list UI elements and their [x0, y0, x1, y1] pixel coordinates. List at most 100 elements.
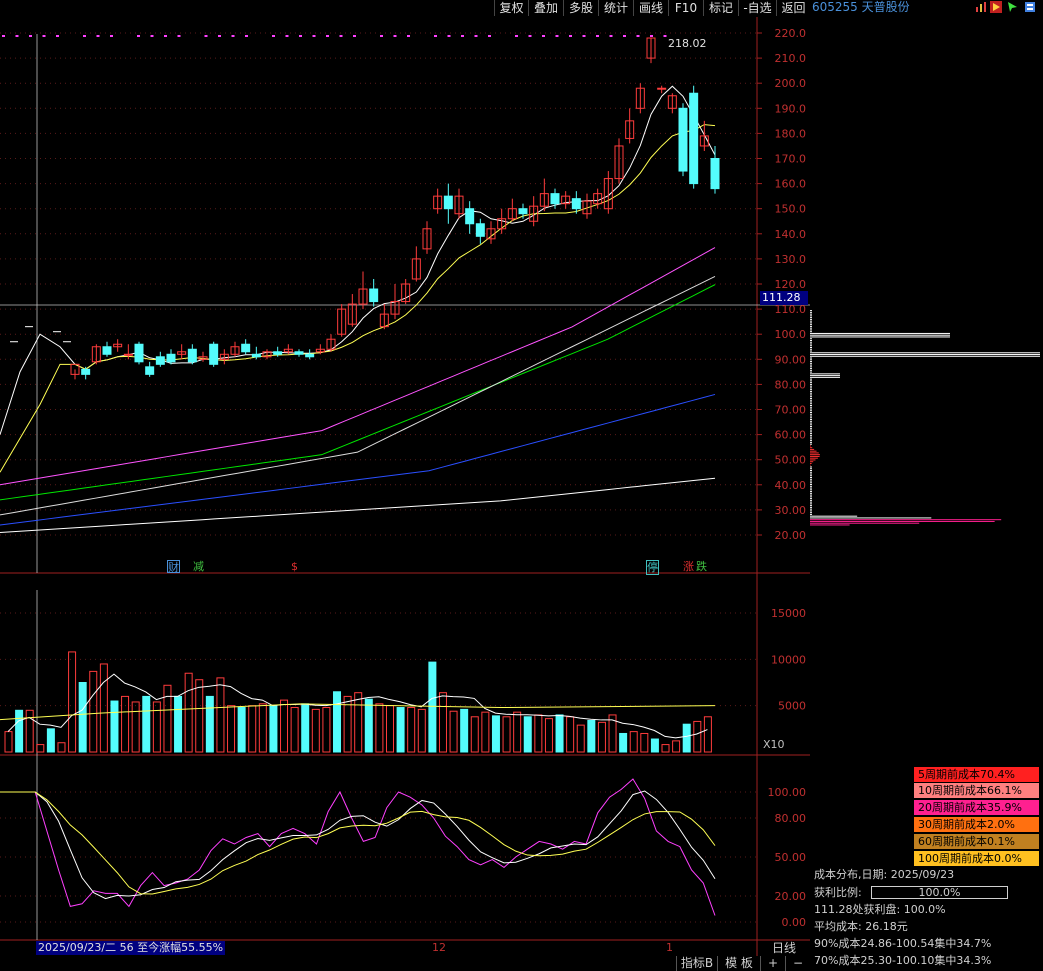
volume-bar: [576, 724, 585, 753]
candle-body: [689, 92, 699, 185]
zoom-out-button[interactable]: −: [785, 956, 810, 971]
mark-button[interactable]: 标记: [703, 0, 738, 16]
event-dot: [596, 35, 599, 37]
chip-bar: [810, 462, 812, 464]
volume-axis-label: 15000: [771, 607, 806, 620]
chip-bar: [810, 401, 812, 403]
chip-bar: [810, 434, 812, 436]
chip-bar: [810, 348, 812, 350]
chip-bar: [810, 329, 812, 331]
chip-bar: [810, 394, 812, 396]
chip-distribution: [810, 310, 1040, 526]
chip-bar: [810, 420, 812, 422]
event-dot: [407, 35, 410, 37]
chip-bar: [810, 505, 812, 507]
restore-rights-button[interactable]: 复权: [494, 0, 528, 16]
indicator-j-line: [0, 791, 716, 895]
chip-bar: [810, 338, 812, 340]
chip-bar: [810, 447, 813, 449]
event-dot: [272, 35, 275, 37]
chip-bar: [810, 415, 812, 417]
chip-bar: [810, 477, 812, 479]
grid-icon[interactable]: [1024, 1, 1036, 13]
statistics-button[interactable]: 统计: [598, 0, 633, 16]
dollar-marker[interactable]: $: [291, 560, 298, 573]
chip-bar: [810, 520, 995, 522]
volume-bar: [513, 711, 522, 753]
volume-bar: [333, 691, 342, 753]
candle-body: [550, 193, 560, 205]
chip-bar: [810, 412, 812, 414]
volume-axis-label: 5000: [778, 700, 806, 713]
volume-bar: [587, 719, 596, 753]
candle-body: [518, 208, 528, 215]
rise-marker[interactable]: 涨: [683, 560, 694, 573]
volume-bar: [682, 723, 691, 753]
chip-bar: [810, 410, 812, 412]
chip-bar: [810, 515, 858, 517]
chip-bar: [810, 473, 812, 475]
chip-bar: [810, 457, 818, 459]
suspend-marker[interactable]: 停: [646, 560, 659, 575]
volume-bar: [693, 720, 702, 753]
template-tab[interactable]: 模 板: [717, 956, 760, 971]
finance-marker[interactable]: 财: [167, 560, 180, 574]
volume-bar: [385, 705, 394, 753]
volume-bar: [174, 695, 183, 753]
volume-bar: [110, 700, 119, 753]
price-axis-label: 90.00: [775, 353, 807, 366]
play-icon[interactable]: [990, 1, 1002, 13]
candle-body: [443, 195, 453, 210]
zoom-in-button[interactable]: +: [760, 956, 785, 971]
volume-bar: [417, 708, 426, 753]
kline-chart[interactable]: 220.0210.0200.0190.0180.0170.0160.0150.0…: [0, 17, 810, 956]
chip-bar: [810, 441, 812, 443]
chip-bar: [810, 417, 812, 419]
candle-body: [102, 346, 112, 355]
indicator-axis-label: 80.00: [775, 812, 807, 825]
chip-bar: [810, 322, 812, 324]
volume-bar: [237, 707, 246, 753]
volume-bar: [280, 699, 289, 753]
event-dot: [474, 35, 478, 37]
arrow-icon[interactable]: [1006, 1, 1018, 13]
bar-chart-icon[interactable]: [975, 1, 987, 13]
chip-bar: [810, 404, 812, 406]
chip-bar: [810, 392, 812, 394]
draw-line-button[interactable]: 画线: [633, 0, 668, 16]
overlay-button[interactable]: 叠加: [528, 0, 563, 16]
reduce-marker[interactable]: 减: [193, 560, 204, 573]
price-axis-label: 70.00: [775, 404, 807, 417]
candle-body: [475, 223, 485, 237]
indicator-b-tab[interactable]: 指标B: [676, 956, 717, 971]
f10-button[interactable]: F10: [668, 0, 703, 16]
chip-bar: [810, 461, 814, 463]
chip-bar: [810, 459, 816, 461]
chip-bar: [810, 366, 812, 368]
volume-bar: [544, 718, 553, 753]
chip-bar: [810, 320, 812, 322]
chip-bar: [810, 503, 812, 505]
back-button[interactable]: 返回: [776, 0, 810, 16]
chip-bar: [810, 383, 812, 385]
event-dot: [515, 35, 518, 37]
event-dot: [353, 35, 356, 37]
volume-bar: [121, 695, 130, 753]
event-dot: [488, 35, 491, 37]
chip-bar: [810, 450, 817, 452]
daily-period-tab[interactable]: 日线: [760, 941, 808, 956]
cost-row-30: 30周期前成本2.0%: [914, 817, 1039, 832]
multi-stock-button[interactable]: 多股: [563, 0, 598, 16]
volume-bar: [661, 744, 670, 753]
fall-marker[interactable]: 跌: [696, 560, 707, 573]
remove-watchlist-button[interactable]: -自选: [738, 0, 776, 16]
ma10-line: [0, 124, 716, 473]
volume-bar: [258, 703, 267, 753]
chip-bar: [810, 438, 812, 440]
event-dot: [609, 35, 613, 37]
indicator-axis-label: 0.00: [782, 916, 807, 929]
volume-bar: [4, 731, 13, 753]
chip-bar: [810, 336, 950, 338]
chip-bar: [810, 510, 812, 512]
price-axis-label: 100.0: [775, 328, 807, 341]
